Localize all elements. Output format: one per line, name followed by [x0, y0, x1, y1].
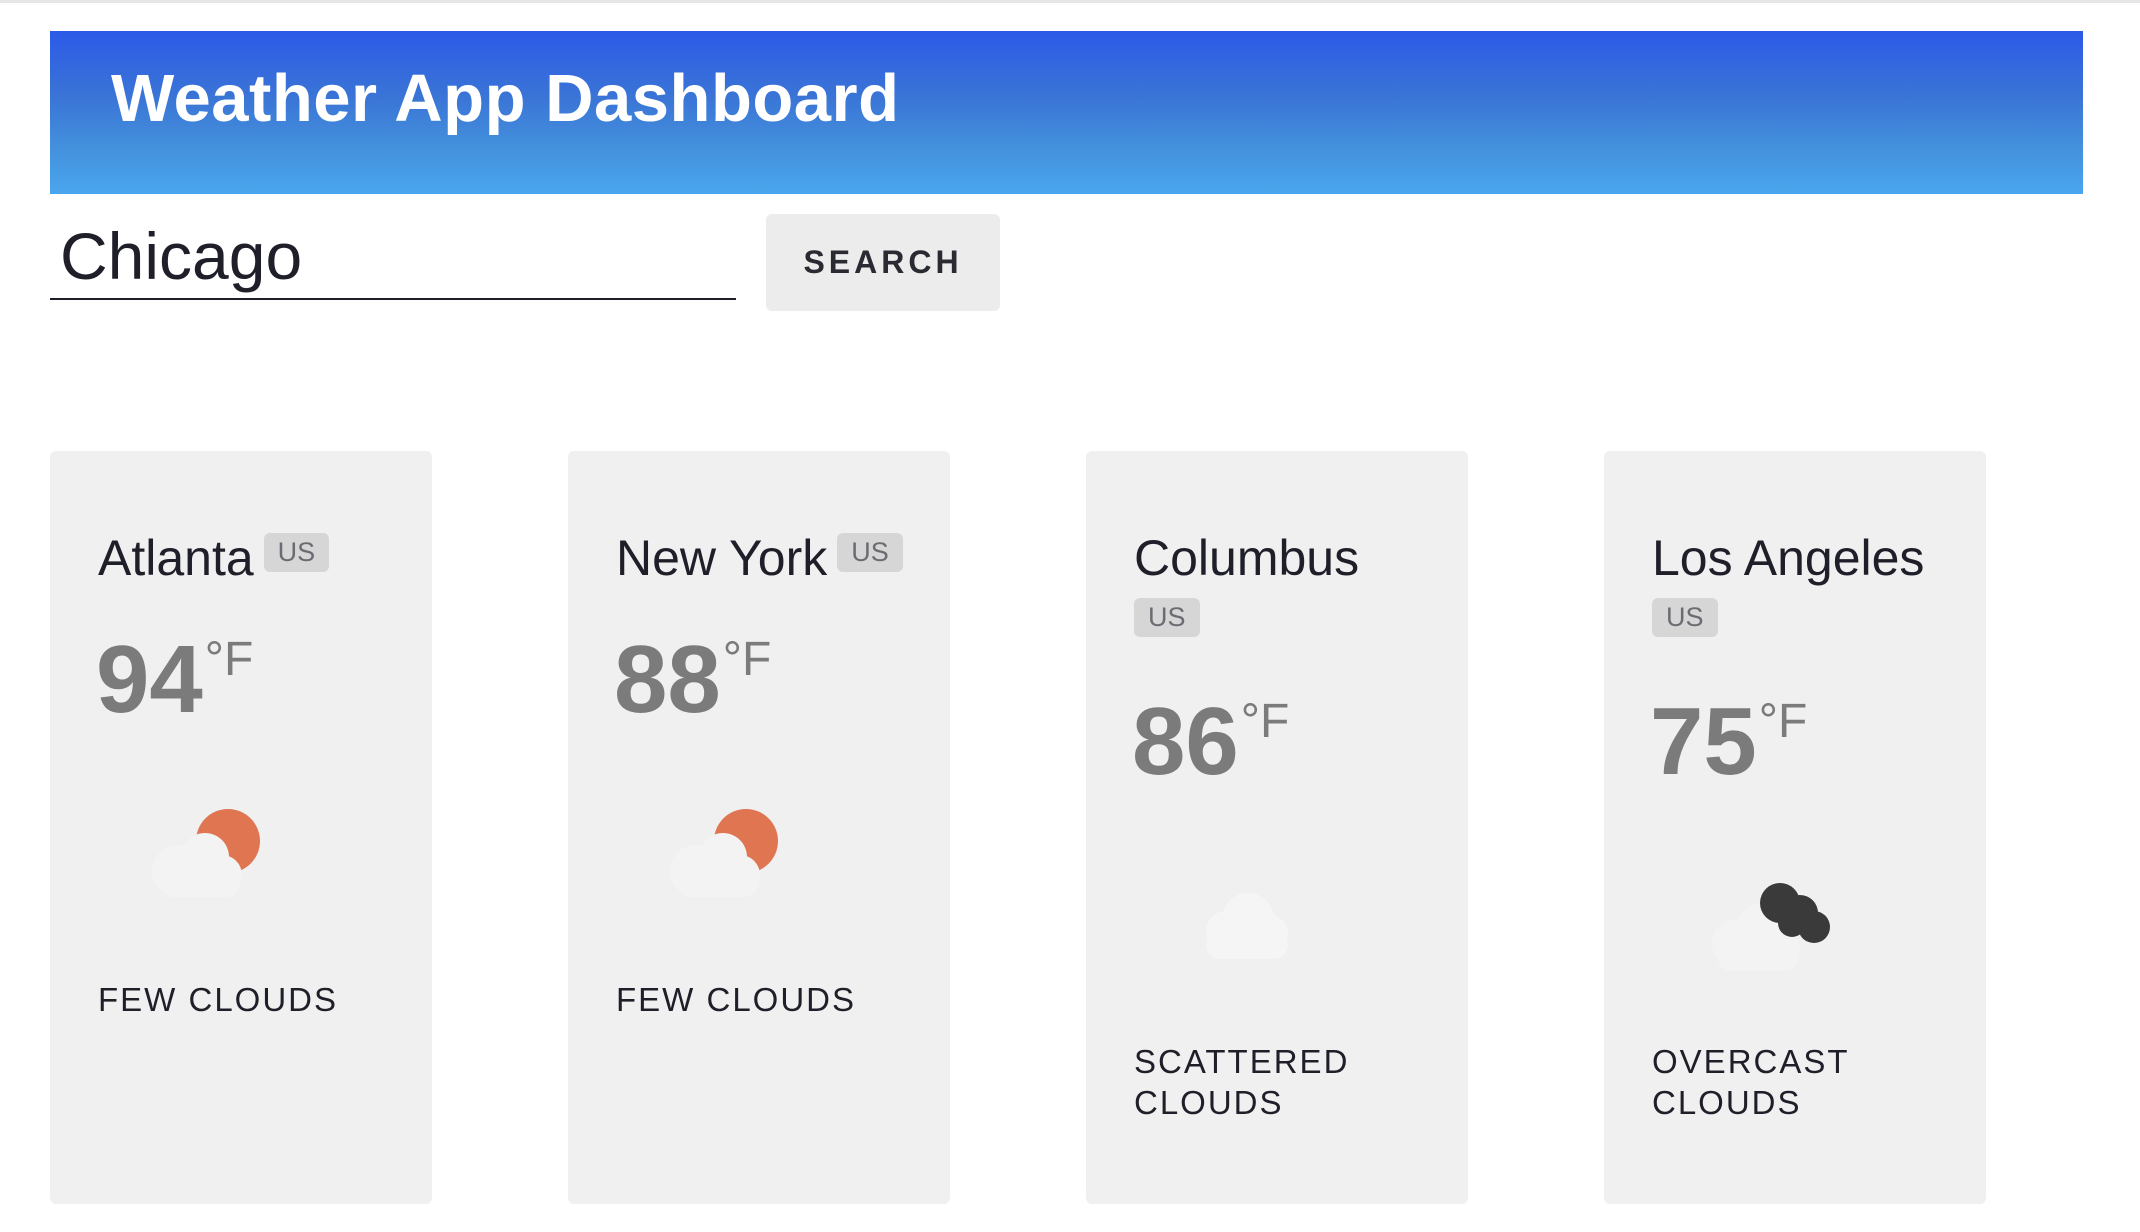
country-badge: US — [1134, 598, 1200, 637]
weather-card-new-york: New York US 88°F FEW CLOUDS — [568, 451, 950, 1204]
city-name: New York — [616, 530, 828, 586]
temperature: 86°F — [1132, 694, 1289, 790]
temperature: 75°F — [1650, 694, 1807, 790]
weather-card-los-angeles: Los Angeles US 75°F OVERCAST CLOUDS — [1604, 451, 1986, 1204]
overcast-clouds-icon — [1712, 883, 1830, 971]
weather-description: OVERCAST CLOUDS — [1652, 1043, 1849, 1122]
few-clouds-day-icon — [152, 809, 260, 897]
temperature-unit: °F — [1240, 695, 1290, 748]
search-input[interactable] — [50, 214, 736, 300]
country-badge: US — [1652, 598, 1718, 637]
weather-description: FEW CLOUDS — [98, 981, 339, 1018]
city-name: Atlanta — [98, 530, 254, 586]
city-name: Columbus — [1134, 530, 1360, 586]
city-row: Los Angeles US — [1652, 531, 1966, 637]
top-border — [0, 0, 2140, 3]
temperature-value: 88 — [614, 626, 721, 733]
temperature-value: 75 — [1650, 688, 1757, 795]
city-row: Atlanta US — [98, 531, 412, 586]
temperature-value: 94 — [96, 626, 203, 733]
app-header: Weather App Dashboard — [50, 31, 2083, 194]
temperature-value: 86 — [1132, 688, 1239, 795]
temperature: 94°F — [96, 632, 253, 728]
city-name: Los Angeles — [1652, 530, 1925, 586]
weather-card-atlanta: Atlanta US 94°F FEW CLOUDS — [50, 451, 432, 1204]
scattered-clouds-icon — [1206, 893, 1288, 959]
search-button[interactable]: SEARCH — [766, 214, 1000, 311]
page-title: Weather App Dashboard — [111, 61, 900, 136]
country-badge: US — [837, 533, 903, 572]
temperature: 88°F — [614, 632, 771, 728]
temperature-unit: °F — [1758, 695, 1808, 748]
city-row: New York US — [616, 531, 930, 586]
city-row: Columbus US — [1134, 531, 1448, 637]
temperature-unit: °F — [204, 633, 254, 686]
few-clouds-day-icon — [670, 809, 778, 897]
weather-card-columbus: Columbus US 86°F SCATTERED CLOUDS — [1086, 451, 1468, 1204]
temperature-unit: °F — [722, 633, 772, 686]
weather-description: SCATTERED CLOUDS — [1134, 1043, 1350, 1122]
country-badge: US — [263, 533, 330, 572]
weather-description: FEW CLOUDS — [616, 981, 857, 1018]
